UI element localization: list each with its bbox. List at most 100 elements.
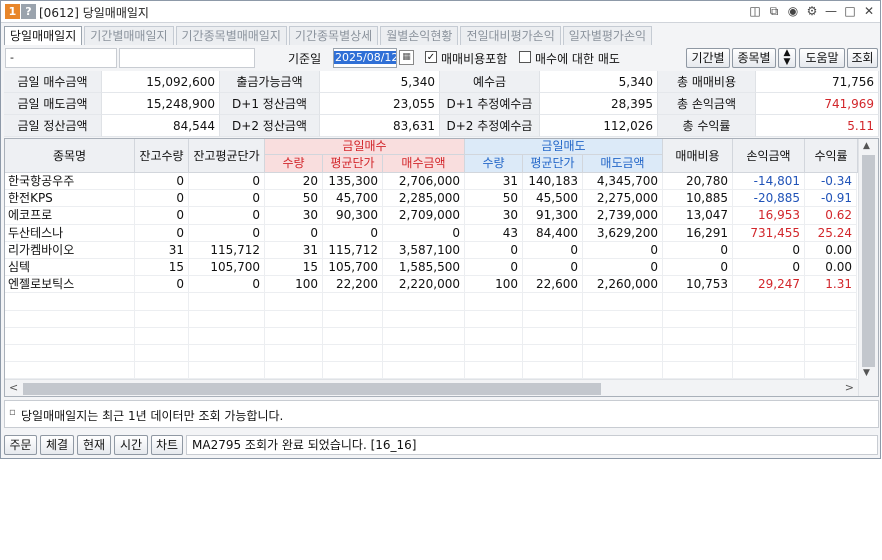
account-name-field[interactable]: [119, 48, 255, 68]
cell-pnl: [733, 344, 805, 362]
cell-fee: [663, 293, 733, 311]
cell-buy-avg: 115,712: [323, 241, 383, 259]
chart-button[interactable]: 차트: [151, 435, 183, 455]
cell-fee: [663, 327, 733, 345]
header-return-rate[interactable]: 수익률: [805, 139, 858, 173]
cell-name: 엔젤로보틱스: [5, 276, 135, 294]
header-buy-qty[interactable]: 수량: [265, 155, 323, 173]
maximize-icon[interactable]: □: [843, 4, 857, 19]
table-row[interactable]: [5, 344, 857, 363]
close-icon[interactable]: ✕: [862, 4, 876, 19]
split-icon[interactable]: ◫: [748, 4, 762, 19]
cell-sell-amt: [583, 293, 663, 311]
cell-buy-qty: [265, 293, 323, 311]
order-button[interactable]: 주문: [4, 435, 37, 455]
calendar-icon[interactable]: ▦: [399, 50, 414, 65]
vertical-scroll-thumb[interactable]: [862, 155, 875, 367]
cell-hold-avg: [189, 327, 265, 345]
table-row[interactable]: [5, 327, 857, 345]
help-question-icon[interactable]: ?: [21, 4, 36, 19]
status-bar: 주문 체결 현재 시간 차트 MA2795 조회가 완료 되었습니다. [16_…: [4, 435, 879, 455]
minimize-icon[interactable]: —: [824, 4, 838, 19]
header-today-buy: 금일매수: [265, 139, 465, 155]
current-price-button[interactable]: 현재: [77, 435, 111, 455]
cell-fee: 0: [663, 241, 733, 259]
scroll-left-icon[interactable]: <: [9, 381, 18, 394]
cell-buy-qty: 20: [265, 173, 323, 190]
table-row[interactable]: 에코프로 0 0 30 90,300 2,709,000 30 91,300 2,739,000…: [5, 207, 857, 225]
tab-daily-eval[interactable]: 일자별평가손익: [562, 26, 653, 45]
cell-pnl: 29,247: [733, 276, 805, 294]
cell-hold-qty: 0: [135, 207, 189, 225]
gear-icon[interactable]: ⚙: [805, 4, 819, 19]
cell-sell-avg: [523, 344, 583, 362]
table-row[interactable]: 심텍 15 105,700 15 105,700 1,585,500 0 0 0 0 0 0.00: [5, 258, 857, 277]
cell-sell-amt: 2,275,000: [583, 190, 663, 208]
table-row[interactable]: 한전KPS 0 0 50 45,700 2,285,000 50 45,500 2,275,00…: [5, 190, 857, 208]
vertical-scrollbar[interactable]: ▲ ▼: [858, 139, 878, 396]
cell-fee: 0: [663, 258, 733, 276]
cell-buy-amt: [383, 310, 465, 328]
summary-row: 금일 정산금액 84,544 D+2 정산금액 83,631 D+2 추정예수금…: [4, 115, 879, 137]
cell-buy-amt: [383, 293, 465, 311]
tab-daily-journal[interactable]: 당일매매일지: [4, 26, 83, 45]
summary-value: 23,055: [320, 93, 440, 115]
tab-period-journal[interactable]: 기간별매매일지: [84, 26, 174, 45]
camera-icon[interactable]: ◉: [786, 4, 800, 19]
cell-sell-amt: [583, 310, 663, 328]
table-row[interactable]: [5, 362, 857, 380]
scroll-up-icon[interactable]: ▲: [863, 141, 870, 151]
cell-hold-qty: [135, 327, 189, 345]
date-input[interactable]: 2025/08/12: [333, 48, 397, 68]
header-hold-avg[interactable]: 잔고평균단가: [189, 139, 265, 173]
cell-rate: [805, 293, 857, 311]
header-fee[interactable]: 매매비용: [663, 139, 733, 173]
cell-pnl: [733, 327, 805, 345]
table-row[interactable]: 리가켐바이오 31 115,712 31 115,712 3,587,100 0 0 0 0 0 0.…: [5, 241, 857, 259]
notice-text: 당일매매일지는 최근 1년 데이터만 조회 가능합니다.: [21, 409, 284, 423]
scroll-right-icon[interactable]: >: [845, 381, 854, 394]
horizontal-scrollbar[interactable]: < >: [5, 379, 858, 396]
cell-buy-avg: 22,200: [323, 276, 383, 294]
cell-sell-avg: 0: [523, 241, 583, 259]
horizontal-scroll-thumb[interactable]: [23, 383, 601, 395]
help-button[interactable]: 도움말: [799, 48, 845, 68]
account-number-field[interactable]: -: [5, 48, 117, 68]
tab-period-stock-journal[interactable]: 기간종목별매매일지: [175, 26, 287, 45]
up-down-spinner[interactable]: ▲ ▼: [778, 48, 796, 68]
query-button[interactable]: 조회: [847, 48, 878, 68]
copy-icon[interactable]: ⧉: [767, 4, 781, 19]
by-stock-button[interactable]: 종목별: [732, 48, 776, 68]
cell-pnl: [733, 310, 805, 328]
table-row[interactable]: 엔젤로보틱스 0 0 100 22,200 2,220,000 100 22,600 2,260…: [5, 276, 857, 294]
period-button[interactable]: 기간별: [686, 48, 730, 68]
table-row[interactable]: 두산테스나 0 0 0 0 0 43 84,400 3,629,200 16,291 731,455…: [5, 224, 857, 242]
header-sell-avg[interactable]: 평균단가: [523, 155, 583, 173]
execution-button[interactable]: 체결: [40, 435, 74, 455]
header-sell-amount[interactable]: 매도금액: [583, 155, 663, 173]
sell-per-buy-checkbox[interactable]: [519, 51, 531, 63]
screen-number-badge[interactable]: 1: [5, 4, 20, 19]
table-row[interactable]: [5, 310, 857, 328]
cell-rate: 25.24: [805, 224, 857, 242]
table-row[interactable]: [5, 293, 857, 311]
cell-rate: -0.91: [805, 190, 857, 208]
header-hold-qty[interactable]: 잔고수량: [135, 139, 189, 173]
table-row[interactable]: 한국항공우주 0 0 20 135,300 2,706,000 31 140,183 4,345…: [5, 173, 857, 191]
header-buy-avg[interactable]: 평균단가: [323, 155, 383, 173]
include-fee-checkbox[interactable]: ✓: [425, 51, 437, 63]
header-sell-qty[interactable]: 수량: [465, 155, 523, 173]
tab-monthly-pnl[interactable]: 월별손익현황: [380, 26, 459, 45]
time-button[interactable]: 시간: [114, 435, 148, 455]
header-buy-amount[interactable]: 매수금액: [383, 155, 465, 173]
tab-prev-day-eval[interactable]: 전일대비평가손익: [460, 26, 561, 45]
summary-panel: 금일 매수금액 15,092,600 출금가능금액 5,340 예수금 5,34…: [4, 71, 879, 137]
cell-sell-amt: 2,260,000: [583, 276, 663, 294]
cell-buy-amt: 2,220,000: [383, 276, 465, 294]
header-pnl[interactable]: 손익금액: [733, 139, 805, 173]
cell-name: 한국항공우주: [5, 173, 135, 190]
summary-value-total-rate: 5.11: [756, 115, 879, 137]
header-stock-name[interactable]: 종목명: [5, 139, 135, 173]
tab-period-stock-detail[interactable]: 기간종목별상세: [288, 26, 379, 45]
scroll-down-icon[interactable]: ▼: [863, 368, 870, 378]
